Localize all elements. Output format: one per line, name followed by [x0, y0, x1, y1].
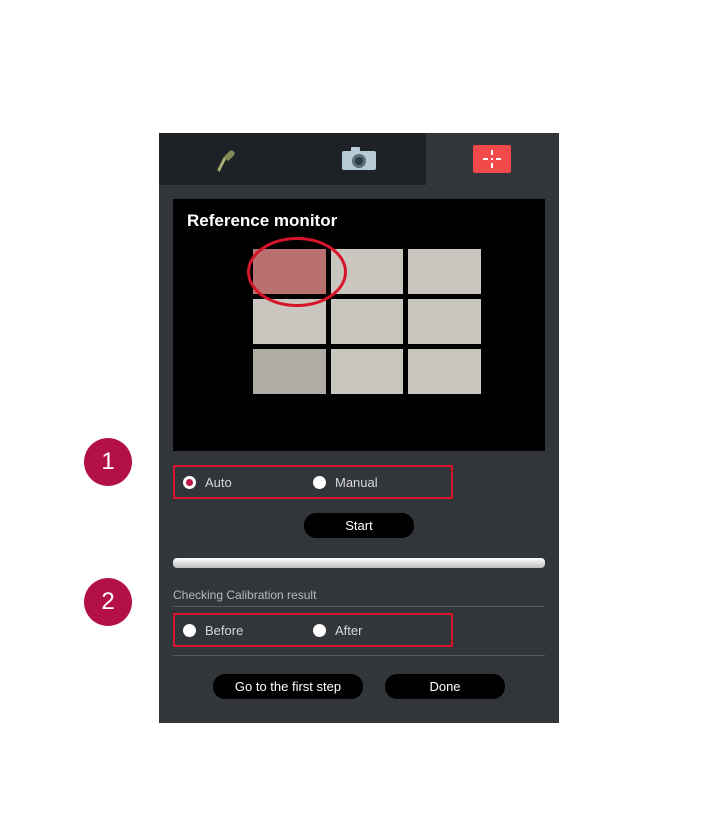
radio-manual-label: Manual	[335, 475, 378, 490]
radio-manual[interactable]: Manual	[313, 475, 443, 490]
monitor-preview: Reference monitor	[173, 199, 545, 451]
tool-target[interactable]	[426, 133, 559, 185]
radio-after[interactable]: After	[313, 623, 443, 638]
radio-auto[interactable]: Auto	[183, 475, 313, 490]
radio-auto-label: Auto	[205, 475, 232, 490]
preview-title: Reference monitor	[187, 211, 337, 231]
target-button[interactable]	[473, 145, 511, 173]
progress-bar	[173, 558, 545, 568]
callout-badge-2: 2	[84, 578, 132, 626]
mode-radio-group: Auto Manual	[173, 465, 453, 499]
crosshair-icon	[482, 149, 502, 169]
result-row: Before After	[173, 613, 545, 656]
result-radio-group: Before After	[173, 613, 453, 647]
tool-camera[interactable]	[292, 133, 425, 185]
reference-circle-annotation	[247, 237, 347, 307]
radio-before[interactable]: Before	[183, 623, 313, 638]
calibration-panel: Reference monitor Auto Manual Start Chec…	[159, 133, 559, 723]
radio-dot-icon	[313, 476, 326, 489]
wall-cell	[408, 349, 481, 394]
done-button[interactable]: Done	[385, 674, 505, 699]
start-button[interactable]: Start	[304, 513, 414, 538]
radio-dot-icon	[183, 476, 196, 489]
radio-dot-icon	[183, 624, 196, 637]
radio-before-label: Before	[205, 623, 243, 638]
wall-cell	[408, 299, 481, 344]
radio-dot-icon	[313, 624, 326, 637]
camera-icon	[341, 147, 377, 171]
callout-number: 1	[101, 448, 114, 476]
bottom-buttons: Go to the first step Done	[159, 674, 559, 699]
result-section-label: Checking Calibration result	[173, 588, 545, 607]
top-toolbar	[159, 133, 559, 185]
start-row: Start	[159, 513, 559, 538]
radio-after-label: After	[335, 623, 362, 638]
wall-cell	[253, 349, 326, 394]
wall-cell	[331, 299, 404, 344]
wall-cell	[408, 249, 481, 294]
tool-dropper[interactable]	[159, 133, 292, 185]
eyedropper-icon	[213, 146, 239, 172]
callout-badge-1: 1	[84, 438, 132, 486]
wall-cell	[331, 349, 404, 394]
first-step-button[interactable]: Go to the first step	[213, 674, 363, 699]
callout-number: 2	[101, 588, 114, 616]
